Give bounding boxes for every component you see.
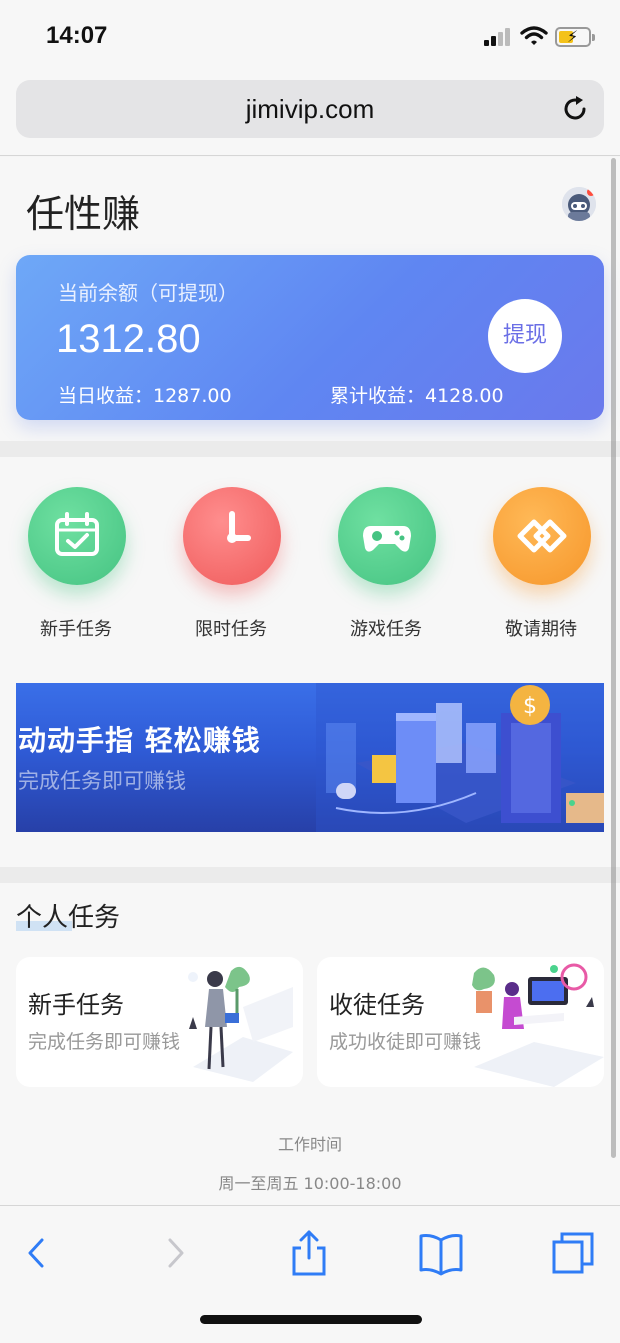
browser-address-area: jimivip.com xyxy=(0,72,620,156)
section-title: 个人任务 xyxy=(16,903,121,933)
card-subtitle: 成功收徒即可赚钱 xyxy=(329,1031,482,1053)
task-label: 敬请期待 xyxy=(505,619,577,640)
work-hours-value: 周一至周五 10:00-18:00 xyxy=(218,1174,402,1193)
clock-icon xyxy=(183,487,281,585)
task-label: 游戏任务 xyxy=(350,619,422,640)
reload-icon[interactable] xyxy=(560,94,590,124)
card-title: 收徒任务 xyxy=(329,991,425,1019)
promo-banner[interactable]: 动动手指 轻松赚钱 完成任务即可赚钱 $ xyxy=(16,683,604,832)
task-label: 限时任务 xyxy=(195,619,267,640)
withdraw-button[interactable]: 提现 xyxy=(488,299,562,373)
apprentice-task-card[interactable]: 收徒任务 成功收徒即可赚钱 xyxy=(317,957,604,1087)
bookmarks-icon[interactable] xyxy=(416,1228,466,1278)
page-title: 任性赚 xyxy=(26,192,141,236)
today-earnings: 当日收益：1287.00 xyxy=(58,385,232,407)
task-categories: 新手任务 限时任务 游戏任务 敬请期待 xyxy=(0,457,620,647)
calendar-check-icon xyxy=(28,487,126,585)
status-time: 14:07 xyxy=(46,22,108,49)
wifi-icon xyxy=(520,26,548,45)
section-divider xyxy=(0,441,620,457)
avatar[interactable] xyxy=(562,187,596,221)
section-divider xyxy=(0,867,620,883)
task-newbie[interactable]: 新手任务 xyxy=(6,457,146,640)
home-indicator xyxy=(200,1315,422,1324)
share-icon[interactable] xyxy=(284,1228,334,1278)
balance-value: 1312.80 xyxy=(56,317,201,361)
gamepad-icon xyxy=(338,487,436,585)
balance-label: 当前余额（可提现） xyxy=(58,281,238,305)
card-subtitle: 完成任务即可赚钱 xyxy=(28,1031,181,1053)
task-game[interactable]: 游戏任务 xyxy=(316,457,456,640)
businesswoman-illustration-icon xyxy=(188,966,293,1082)
newbie-task-card[interactable]: 新手任务 完成任务即可赚钱 xyxy=(16,957,303,1087)
scrollbar[interactable] xyxy=(611,158,616,1158)
city-illustration-icon: $ xyxy=(316,683,604,832)
task-limited[interactable]: 限时任务 xyxy=(161,457,301,640)
banner-title: 动动手指 轻松赚钱 xyxy=(18,724,261,757)
work-hours-title: 工作时间 xyxy=(277,1135,342,1154)
url-text[interactable]: jimivip.com xyxy=(16,94,604,125)
svg-text:$: $ xyxy=(523,694,537,719)
total-earnings: 累计收益：4128.00 xyxy=(330,385,504,407)
tabs-icon[interactable] xyxy=(548,1228,598,1278)
back-icon[interactable] xyxy=(12,1228,62,1278)
forward-icon[interactable] xyxy=(150,1228,200,1278)
card-title: 新手任务 xyxy=(28,991,124,1019)
status-bar: 14:07 ⚡ xyxy=(0,0,620,72)
address-bar[interactable]: jimivip.com xyxy=(16,80,604,138)
notification-dot xyxy=(587,188,595,196)
diamond-link-icon xyxy=(493,487,591,585)
woman-at-desk-illustration-icon xyxy=(472,963,604,1087)
page-content: 任性赚 当前余额（可提现） 1312.80 提现 当日收益：1287.00 累计… xyxy=(0,157,620,1205)
task-coming-soon[interactable]: 敬请期待 xyxy=(471,457,611,640)
balance-card: 当前余额（可提现） 1312.80 提现 当日收益：1287.00 累计收益：4… xyxy=(16,255,604,420)
task-label: 新手任务 xyxy=(40,619,112,640)
signal-icon xyxy=(484,28,514,46)
banner-subtitle: 完成任务即可赚钱 xyxy=(18,769,186,793)
battery-icon: ⚡ xyxy=(555,27,595,47)
